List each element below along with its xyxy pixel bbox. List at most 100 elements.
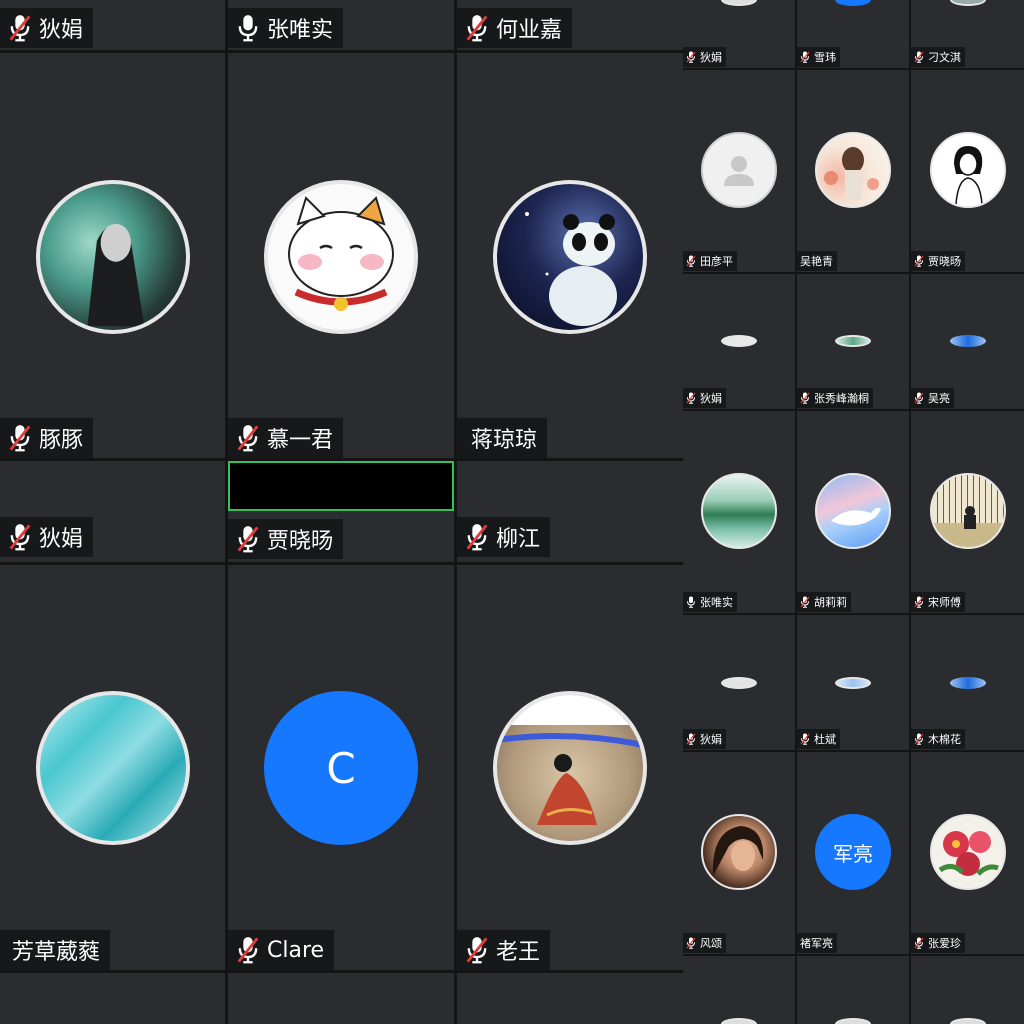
participant-tile-14[interactable]: 刁文淇 [911, 0, 1024, 68]
participant-avatar: 军亮 [815, 814, 891, 890]
participant-name-bar: 刁文淇 [911, 47, 965, 67]
participant-name: 褚军亮 [800, 937, 833, 950]
participant-name: 贾晓旸 [928, 255, 961, 268]
participant-name: 吴亮 [928, 392, 950, 405]
participant-name-bar: 田彦平 [683, 251, 737, 271]
participant-tile-partial[interactable] [683, 956, 795, 1024]
participant-tile-26[interactable]: 木棉花 [911, 615, 1024, 750]
participant-tile-25[interactable]: 杜斌 [797, 615, 909, 750]
participant-name: 张爱珍 [928, 937, 961, 950]
participant-name: 豚豚 [39, 428, 84, 453]
participant-avatar [835, 677, 871, 689]
participant-name-bar: 张唯实 [228, 8, 344, 48]
participant-tile-24[interactable]: 狄娟 [683, 615, 795, 750]
muted-microphone-icon [465, 936, 489, 964]
participant-tile-3[interactable]: 豚豚 [0, 53, 225, 458]
participant-name-bar: 贾晓旸 [228, 519, 344, 559]
muted-microphone-icon [8, 523, 32, 551]
participant-avatar [949, 1018, 986, 1024]
participant-name: 蒋琼琼 [471, 428, 538, 453]
muted-microphone-icon [465, 14, 489, 42]
participant-tile-partial[interactable] [228, 973, 454, 1024]
participant-tile-12[interactable]: 狄娟 [683, 0, 795, 68]
participant-name-bar: 豚豚 [0, 418, 94, 458]
participant-tile-28[interactable]: 军亮 褚军亮 [797, 752, 909, 954]
participant-name-bar: 张秀峰瀚桐 [797, 388, 873, 408]
participant-name: 吴艳青 [800, 255, 833, 268]
participant-name-bar: 狄娟 [683, 729, 726, 749]
muted-microphone-icon [914, 596, 924, 608]
participant-name-bar: Clare [228, 930, 335, 970]
participant-tile-8[interactable]: 柳江 [457, 461, 683, 562]
participant-tile-9[interactable]: 芳草葳蕤 [0, 565, 225, 970]
participant-avatar [949, 0, 986, 6]
participant-tile-partial[interactable] [457, 973, 683, 1024]
participant-tile-16[interactable]: 吴艳青 [797, 70, 909, 272]
muted-microphone-icon [686, 937, 696, 949]
participant-avatar [835, 335, 871, 347]
participant-avatar [701, 132, 777, 208]
participant-tile-4[interactable]: 慕一君 [228, 53, 454, 458]
participant-name: 狄娟 [700, 733, 722, 746]
participant-tile-29[interactable]: 张爱珍 [911, 752, 1024, 954]
participant-tile-23[interactable]: 宋师傅 [911, 411, 1024, 613]
participant-tile-partial[interactable] [0, 973, 225, 1024]
participant-tile-13[interactable]: 雪玮 [797, 0, 909, 68]
user-silhouette-icon [724, 156, 754, 186]
participant-name-bar: 狄娟 [683, 388, 726, 408]
participant-tile-18[interactable]: 狄娟 [683, 274, 795, 409]
participant-tile-27[interactable]: 风颂 [683, 752, 795, 954]
participant-tile-10[interactable]: C Clare [228, 565, 454, 970]
muted-microphone-icon [236, 936, 260, 964]
participant-avatar [35, 691, 190, 845]
participant-name-bar: 宋师傅 [911, 592, 965, 612]
participant-avatar: C [264, 691, 418, 845]
participant-avatar [721, 0, 757, 6]
muted-microphone-icon [465, 523, 489, 551]
participant-avatar [493, 180, 647, 334]
participant-name: 刁文淇 [928, 51, 961, 64]
participant-tile-11[interactable]: 老王 [457, 565, 683, 970]
participant-name: 宋师傅 [928, 596, 961, 609]
participant-name-bar: 张唯实 [683, 592, 737, 612]
participant-tile-2[interactable]: 何业嘉 [457, 0, 683, 50]
participant-tile-17[interactable]: 贾晓旸 [911, 70, 1024, 272]
participant-tile-21[interactable]: 张唯实 [683, 411, 795, 613]
muted-microphone-icon [686, 255, 696, 267]
muted-microphone-icon [800, 51, 810, 63]
participant-name: 木棉花 [928, 733, 961, 746]
participant-name-bar: 芳草葳蕤 [0, 930, 111, 970]
participant-name-bar: 胡莉莉 [797, 592, 851, 612]
muted-microphone-icon [800, 733, 810, 745]
participant-tile-1[interactable]: 张唯实 [228, 0, 454, 50]
participant-name-bar: 狄娟 [0, 8, 94, 48]
muted-microphone-icon [800, 596, 810, 608]
participant-tile-6[interactable]: 狄娟 [0, 461, 225, 562]
participant-tile-partial[interactable] [797, 956, 909, 1024]
participant-name-bar: 慕一君 [228, 418, 344, 458]
participant-avatar [264, 180, 418, 334]
avatar-initial: C [326, 743, 356, 793]
participant-tile-0[interactable]: 狄娟 [0, 0, 225, 50]
participant-tile-20[interactable]: 吴亮 [911, 274, 1024, 409]
muted-microphone-icon [686, 51, 696, 63]
microphone-icon [686, 596, 696, 608]
participant-name-bar: 褚军亮 [797, 933, 837, 953]
participant-tile-22[interactable]: 胡莉莉 [797, 411, 909, 613]
participant-name-bar: 雪玮 [797, 47, 840, 67]
muted-microphone-icon [236, 424, 260, 452]
participant-avatar [929, 814, 1006, 890]
participant-name: 张唯实 [700, 596, 733, 609]
participant-tile-7[interactable]: 贾晓旸 [228, 511, 454, 562]
participant-tile-15[interactable]: 田彦平 [683, 70, 795, 272]
participant-tile-19[interactable]: 张秀峰瀚桐 [797, 274, 909, 409]
participant-avatar [35, 180, 190, 334]
participant-name: 狄娟 [700, 392, 722, 405]
participant-avatar [835, 0, 871, 6]
participant-avatar [701, 814, 777, 890]
participant-tile-partial[interactable] [911, 956, 1024, 1024]
participant-name-bar: 何业嘉 [457, 8, 573, 48]
video-tile-active-speaker[interactable] [228, 461, 454, 511]
participant-tile-5[interactable]: 蒋琼琼 [457, 53, 683, 458]
participant-name-bar: 贾晓旸 [911, 251, 965, 271]
